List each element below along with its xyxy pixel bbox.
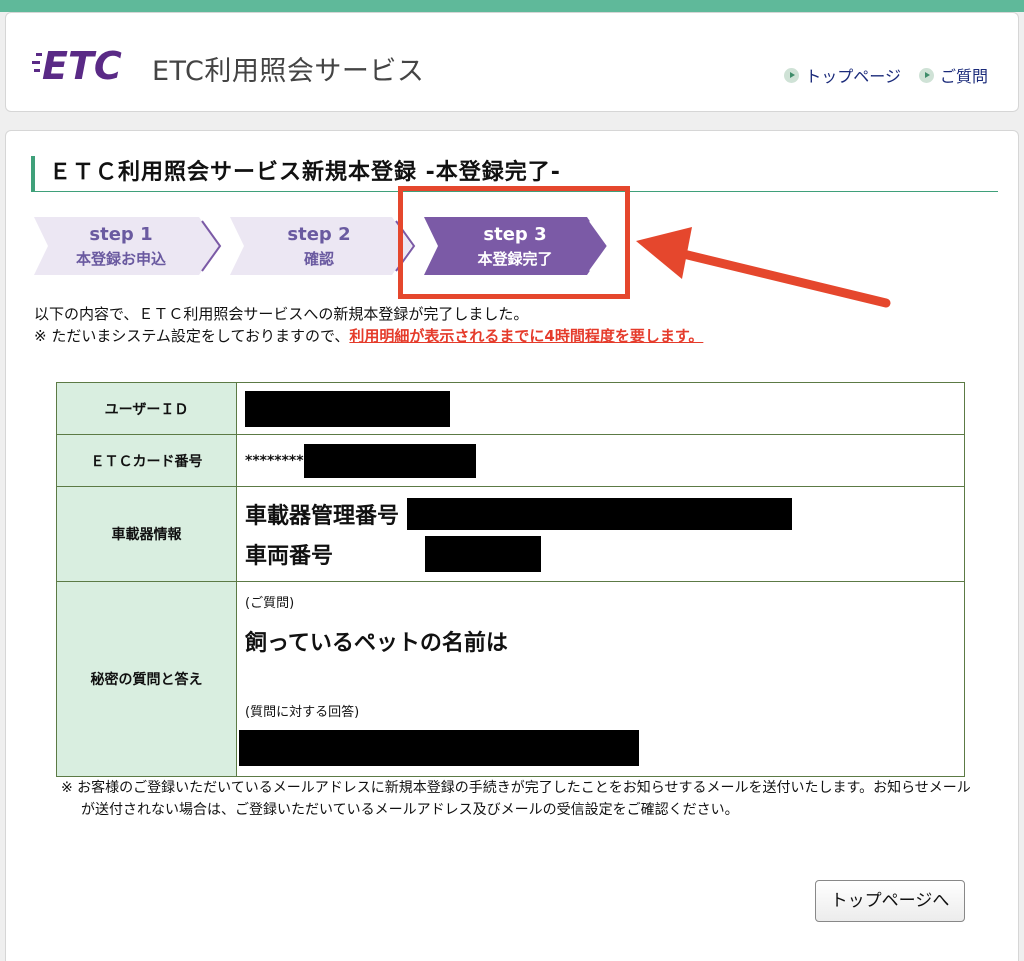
- user-id-header: ユーザーＩＤ: [56, 382, 237, 435]
- etc-card-value: ********: [236, 434, 965, 487]
- nav-faq-link[interactable]: ご質問: [918, 63, 988, 87]
- etc-logo[interactable]: ETC: [32, 39, 138, 89]
- secret-qa-header: 秘密の質問と答え: [56, 581, 237, 777]
- main-panel: ＥＴＣ利用照会サービス新規本登録 -本登録完了- step 1 本登録お申込 s…: [5, 130, 1019, 961]
- logo-text: ETC: [42, 44, 122, 88]
- nav-faq-label: ご質問: [939, 67, 988, 86]
- vehicle-number-label: 車両番号: [245, 544, 334, 569]
- step-1-label: 本登録お申込: [75, 250, 166, 268]
- top-page-button[interactable]: トップページへ: [815, 880, 965, 922]
- registration-table: ユーザーＩＤ ＥＴＣカード番号 ******** 車載器情報 車載器管理番号 車…: [56, 382, 965, 777]
- device-info-value: 車載器管理番号 車両番号: [236, 486, 965, 582]
- step-highlight-annotation: [398, 186, 630, 299]
- question-text: 飼っているペットの名前は: [245, 631, 508, 656]
- intro-line-2-prefix: ※ ただいまシステム設定をしておりますので、: [34, 327, 350, 345]
- card-masked: ********: [245, 452, 304, 469]
- intro-line-2: ※ ただいまシステム設定をしておりますので、利用明細が表示されるまでに4時間程度…: [34, 325, 703, 347]
- header-nav: トップページ ご質問: [784, 63, 988, 87]
- redacted-block: [425, 536, 541, 572]
- intro-text: 以下の内容で、ＥＴＣ利用照会サービスへの新規本登録が完了しました。 ※ ただいま…: [34, 303, 703, 347]
- site-title: ETC利用照会サービス: [152, 56, 425, 87]
- redacted-block: [407, 498, 793, 530]
- redacted-block: [245, 390, 450, 427]
- answer-caption: (質問に対する回答): [245, 705, 360, 720]
- table-row: 秘密の質問と答え (ご質問) 飼っているペットの名前は (質問に対する回答): [56, 581, 965, 777]
- redacted-block: [239, 730, 639, 766]
- arrow-right-icon: [918, 67, 934, 83]
- step-2: step 2 確認: [244, 223, 394, 271]
- step-2-label: 確認: [303, 250, 334, 268]
- question-caption: (ご質問): [245, 596, 295, 611]
- step-1: step 1 本登録お申込: [46, 223, 196, 271]
- intro-line-1: 以下の内容で、ＥＴＣ利用照会サービスへの新規本登録が完了しました。: [34, 305, 529, 323]
- device-mgmt-label: 車載器管理番号: [245, 504, 400, 529]
- nav-top-page-link[interactable]: トップページ: [784, 63, 901, 87]
- table-row: ユーザーＩＤ: [56, 382, 965, 435]
- nav-top-page-label: トップページ: [805, 67, 901, 86]
- table-row: ＥＴＣカード番号 ********: [56, 434, 965, 487]
- secret-qa-value: (ご質問) 飼っているペットの名前は (質問に対する回答): [236, 581, 965, 777]
- email-notice: ※ お客様のご登録いただいているメールアドレスに新規本登録の手続きが完了したこと…: [61, 780, 971, 818]
- top-accent-bar: [0, 0, 1024, 12]
- redacted-block: [303, 443, 476, 478]
- arrow-right-icon: [784, 67, 800, 83]
- table-row: 車載器情報 車載器管理番号 車両番号: [56, 486, 965, 582]
- step-1-number: step 1: [89, 224, 153, 245]
- user-id-value: [236, 382, 965, 435]
- etc-card-header: ＥＴＣカード番号: [56, 434, 237, 487]
- site-header: ETC ETC利用照会サービス トップページ ご質問: [5, 12, 1019, 112]
- processing-time-notice: 利用明細が表示されるまでに4時間程度を要します。: [349, 327, 704, 345]
- device-info-header: 車載器情報: [56, 486, 237, 582]
- step-2-number: step 2: [287, 224, 351, 245]
